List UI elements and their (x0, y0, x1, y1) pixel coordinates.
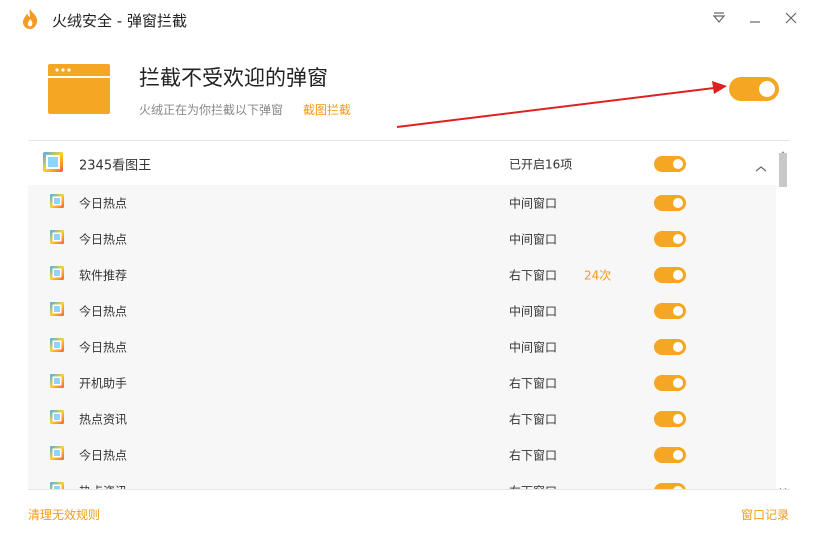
rule-toggle[interactable] (654, 447, 686, 463)
minimize-icon[interactable] (745, 8, 765, 28)
rule-row[interactable]: 今日热点 中间窗口 (28, 185, 776, 221)
rule-name: 开机助手 (79, 376, 128, 391)
screenshot-block-link[interactable]: 截图拦截 (303, 101, 351, 118)
rule-toggle[interactable] (654, 195, 686, 211)
rule-position: 中间窗口 (509, 304, 558, 319)
rule-row[interactable]: 热点资讯 右下窗口 (28, 401, 776, 437)
toggle-knob (673, 450, 683, 460)
app-2345-icon (49, 301, 65, 321)
popup-window-icon (48, 64, 110, 114)
rule-toggle[interactable] (654, 303, 686, 319)
rule-toggle[interactable] (654, 375, 686, 391)
app-2345-icon (49, 481, 65, 489)
rule-toggle[interactable] (654, 339, 686, 355)
scroll-up-arrow-icon[interactable] (779, 143, 787, 157)
group-name: 2345看图王 (79, 158, 152, 173)
rule-position: 中间窗口 (509, 196, 558, 211)
close-icon[interactable] (781, 8, 801, 28)
rule-row[interactable]: 今日热点 中间窗口 (28, 293, 776, 329)
app-2345-icon (49, 409, 65, 429)
toggle-knob (673, 378, 683, 388)
rule-name: 今日热点 (79, 340, 128, 355)
scrollbar[interactable] (776, 141, 790, 489)
page-title: 拦截不受欢迎的弹窗 (139, 66, 328, 90)
app-2345-icon (49, 337, 65, 357)
app-2345-icon (49, 265, 65, 285)
rule-row[interactable]: 软件推荐 右下窗口 24次 (28, 257, 776, 293)
menu-dropdown-icon[interactable] (709, 8, 729, 28)
rule-toggle[interactable] (654, 267, 686, 283)
rule-toggle[interactable] (654, 231, 686, 247)
app-2345-icon (49, 445, 65, 465)
rule-row[interactable]: 开机助手 右下窗口 (28, 365, 776, 401)
rule-position: 右下窗口 (509, 448, 558, 463)
app-2345-icon (42, 151, 64, 177)
rule-position: 右下窗口 (509, 412, 558, 427)
rule-name: 热点资讯 (79, 412, 128, 427)
page-subtitle: 火绒正在为你拦截以下弹窗 (139, 103, 284, 117)
rule-row[interactable]: 热点资讯 右下窗口 (28, 473, 776, 490)
rule-toggle[interactable] (654, 411, 686, 427)
rule-row[interactable]: 今日热点 中间窗口 (28, 329, 776, 365)
rule-name: 热点资讯 (79, 483, 127, 490)
chevron-up-icon[interactable] (754, 159, 768, 171)
rule-name: 今日热点 (79, 448, 128, 463)
clean-invalid-rules-link[interactable]: 清理无效规则 (28, 506, 100, 523)
toggle-knob (673, 342, 683, 352)
toggle-knob (673, 270, 683, 280)
popup-rules-list: 2345看图王 已开启16项 今日热点 中间窗口 今日热点 中间窗口 软件推荐 右下窗口 2… (28, 140, 790, 490)
title-bar: 火绒安全 - 弹窗拦截 (0, 0, 817, 38)
toggle-knob (673, 234, 683, 244)
rule-toggle[interactable] (654, 483, 686, 489)
toggle-knob (759, 81, 775, 97)
toggle-knob (673, 486, 683, 489)
toggle-knob (673, 414, 683, 424)
rule-name: 软件推荐 (79, 268, 128, 283)
rule-position: 中间窗口 (509, 340, 558, 355)
window-title: 火绒安全 - 弹窗拦截 (52, 12, 187, 30)
scroll-down-arrow-icon[interactable] (779, 479, 787, 489)
app-2345-icon (49, 373, 65, 393)
rule-count: 24次 (584, 268, 612, 283)
rule-name: 今日热点 (79, 232, 128, 247)
rule-position: 中间窗口 (509, 232, 558, 247)
rule-name: 今日热点 (79, 304, 128, 319)
rule-name: 今日热点 (79, 196, 128, 211)
huorong-logo-icon (20, 8, 40, 30)
toggle-knob (673, 198, 683, 208)
rule-row[interactable]: 今日热点 中间窗口 (28, 221, 776, 257)
toggle-knob (673, 158, 683, 169)
scroll-thumb[interactable] (779, 153, 787, 187)
rule-position: 右下窗口 (509, 483, 557, 490)
master-popup-block-toggle[interactable] (729, 77, 779, 101)
rule-position: 右下窗口 (509, 376, 558, 391)
window-records-link[interactable]: 窗口记录 (741, 506, 789, 523)
app-2345-icon (49, 229, 65, 249)
group-toggle[interactable] (654, 155, 686, 172)
toggle-knob (673, 306, 683, 316)
group-row-2345[interactable]: 2345看图王 已开启16项 (28, 143, 776, 184)
rule-position: 右下窗口 (509, 268, 558, 283)
app-2345-icon (49, 193, 65, 213)
rule-row[interactable]: 今日热点 右下窗口 (28, 437, 776, 473)
group-status: 已开启16项 (509, 157, 573, 171)
